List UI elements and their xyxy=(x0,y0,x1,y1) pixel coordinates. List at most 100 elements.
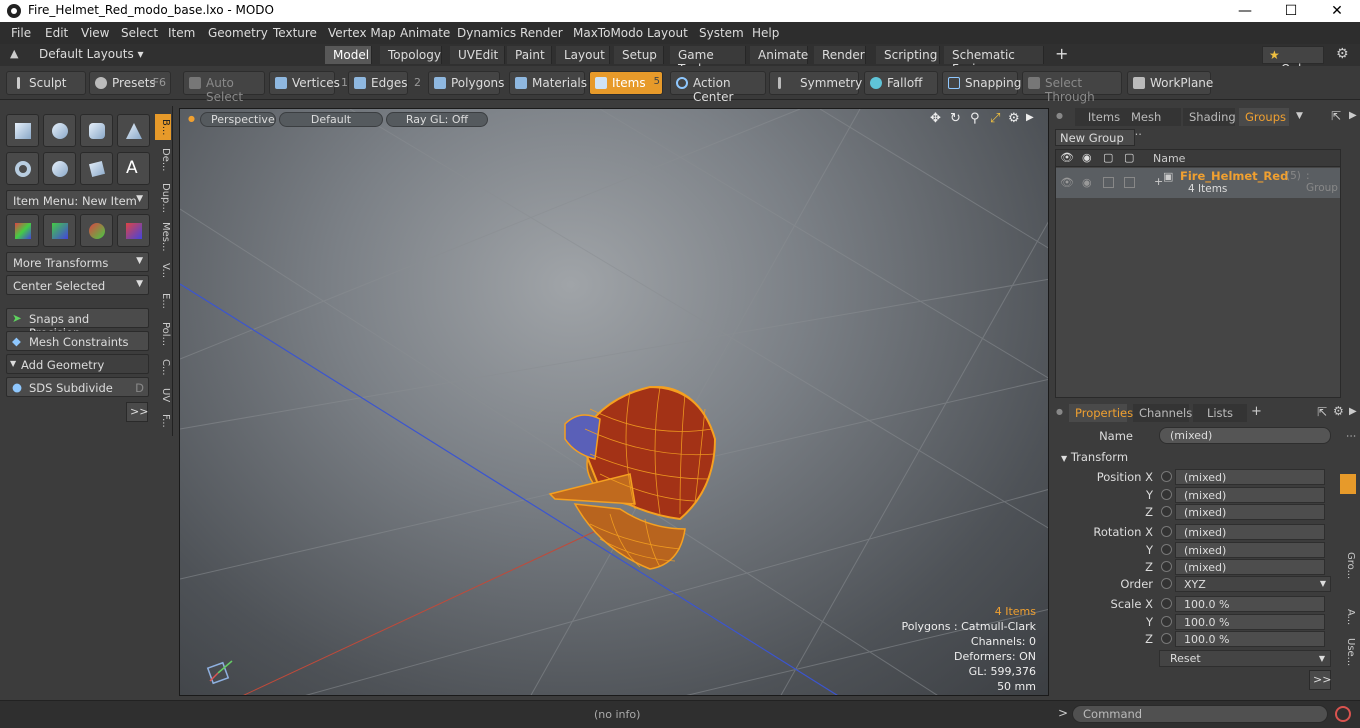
render-icon[interactable]: ◉ xyxy=(1082,151,1092,164)
menu-texture[interactable]: Texture xyxy=(273,26,317,40)
menu-edit[interactable]: Edit xyxy=(45,26,68,40)
side-tab-user[interactable]: Use... xyxy=(1340,634,1356,670)
vtab-uv[interactable]: UV xyxy=(155,384,171,406)
default-layouts-dropdown[interactable]: Default Layouts ▾ xyxy=(39,47,144,61)
tab-scripting[interactable]: Scripting xyxy=(876,46,940,64)
mesh-constraints-button[interactable]: ◆ Mesh Constraints xyxy=(6,331,149,351)
fit-icon[interactable]: ⤢ xyxy=(990,111,1000,126)
vtab-fusion[interactable]: F... xyxy=(155,410,171,432)
tab-mesh[interactable]: Mesh ... xyxy=(1125,108,1181,138)
menu-select[interactable]: Select xyxy=(121,26,158,40)
scale-y-field[interactable]: 100.0 % xyxy=(1175,614,1325,630)
viewport-expand-icon[interactable]: ▶ xyxy=(1026,112,1034,123)
expand-plus-icon[interactable]: + xyxy=(1154,175,1163,188)
vtab-duplicate[interactable]: Dup... xyxy=(155,180,171,216)
tab-schematic-fusion[interactable]: Schematic Fusion xyxy=(944,46,1044,76)
scale-tool-button[interactable] xyxy=(117,214,150,247)
order-dropdown[interactable]: XYZ ▼ xyxy=(1175,576,1331,592)
menu-vertex-map[interactable]: Vertex Map xyxy=(328,26,396,40)
tab-setup[interactable]: Setup xyxy=(614,46,664,64)
select-through-button[interactable]: Select Through xyxy=(1022,71,1122,104)
tab-animate[interactable]: Animate xyxy=(750,46,808,64)
tab-render[interactable]: Render xyxy=(814,46,866,64)
cone-button[interactable] xyxy=(117,114,150,147)
menu-render[interactable]: Render xyxy=(520,26,563,40)
fire-helmet-model[interactable] xyxy=(548,385,717,570)
tab-channels[interactable]: Channels xyxy=(1133,404,1192,422)
pop-out-icon[interactable]: ⇱ xyxy=(1317,405,1327,419)
pen-tool-button[interactable] xyxy=(80,152,113,185)
position-z-keyframe[interactable] xyxy=(1161,506,1172,517)
row-visibility-icon[interactable]: 👁 xyxy=(1060,176,1074,189)
menu-layout[interactable]: Layout xyxy=(647,26,688,40)
tab-lists[interactable]: Lists xyxy=(1193,404,1247,422)
capsule-button[interactable] xyxy=(43,152,76,185)
maximize-button[interactable]: ☐ xyxy=(1268,0,1314,22)
cylinder-button[interactable] xyxy=(80,114,113,147)
vtab-mesh[interactable]: Mes... xyxy=(155,220,171,254)
rotate-tool-button[interactable] xyxy=(80,214,113,247)
new-group-button[interactable]: New Group xyxy=(1055,129,1135,146)
tab-model[interactable]: Model xyxy=(325,46,372,64)
sculpt-button[interactable]: Sculpt xyxy=(6,71,86,95)
vtab-polygon[interactable]: Pol... xyxy=(155,318,171,350)
rotation-x-field[interactable]: (mixed) xyxy=(1175,524,1325,540)
menu-dynamics[interactable]: Dynamics xyxy=(457,26,516,40)
menu-view[interactable]: View xyxy=(81,26,109,40)
tab-game-tools[interactable]: Game Tools xyxy=(670,46,746,76)
tab-groups[interactable]: Groups xyxy=(1239,108,1289,126)
add-layout-button[interactable]: + xyxy=(1055,44,1068,63)
scale-x-field[interactable]: 100.0 % xyxy=(1175,596,1325,612)
tab-paint[interactable]: Paint xyxy=(507,46,552,64)
name-field[interactable]: (mixed) xyxy=(1159,427,1331,444)
shading-mode-button[interactable]: Default xyxy=(279,112,383,127)
tab-uvedit[interactable]: UVEdit xyxy=(450,46,505,64)
menu-animate[interactable]: Animate xyxy=(400,26,450,40)
tab-dropdown-icon[interactable]: ▼ xyxy=(1296,111,1303,121)
zoom-icon[interactable]: ⚲ xyxy=(970,111,980,126)
viewport-menu-dot-icon[interactable]: ● xyxy=(188,114,195,123)
menu-file[interactable]: File xyxy=(11,26,31,40)
expand-more-button[interactable]: >> xyxy=(126,402,148,422)
add-geometry-section[interactable]: ▼ Add Geometry xyxy=(6,354,149,374)
reset-dropdown[interactable]: Reset ▼ xyxy=(1159,650,1331,667)
items-button[interactable]: Items 5 xyxy=(589,71,663,95)
side-tab-active[interactable] xyxy=(1340,474,1356,494)
vtab-edge[interactable]: E... xyxy=(155,288,171,314)
rotation-y-field[interactable]: (mixed) xyxy=(1175,542,1325,558)
scale-z-keyframe[interactable] xyxy=(1161,633,1172,644)
tab-properties[interactable]: Properties xyxy=(1069,404,1133,422)
polygons-button[interactable]: Polygons xyxy=(428,71,504,95)
scale-x-keyframe[interactable] xyxy=(1161,598,1172,609)
orbit-icon[interactable]: ↻ xyxy=(950,111,961,126)
vtab-deform[interactable]: De... xyxy=(155,144,171,176)
rotation-y-keyframe[interactable] xyxy=(1161,544,1172,555)
menu-maxtomodo[interactable]: MaxToModo xyxy=(573,26,643,40)
position-y-field[interactable]: (mixed) xyxy=(1175,487,1325,503)
3d-viewport[interactable]: ● Perspective Default Ray GL: Off ✥ ↻ ⚲ … xyxy=(179,108,1049,696)
select-icon[interactable]: ▢ xyxy=(1124,151,1134,164)
tab-shading[interactable]: Shading xyxy=(1183,108,1236,126)
visibility-eye-icon[interactable]: 👁 xyxy=(1060,151,1074,164)
materials-button[interactable]: Materials xyxy=(509,71,587,95)
rotation-z-keyframe[interactable] xyxy=(1161,561,1172,572)
transform-tool-button[interactable] xyxy=(43,214,76,247)
falloff-button[interactable]: Falloff xyxy=(864,71,938,95)
gear-icon[interactable]: ⚙ xyxy=(1336,46,1349,62)
vtab-vertex[interactable]: V... xyxy=(155,258,171,284)
action-center-button[interactable]: Action Center xyxy=(670,71,766,104)
auto-select-button[interactable]: Auto Select xyxy=(183,71,265,104)
panel-expand-icon[interactable]: ▶ xyxy=(1349,406,1357,417)
position-z-field[interactable]: (mixed) xyxy=(1175,504,1325,520)
transform-section-header[interactable]: ▼ Transform xyxy=(1061,450,1128,464)
order-keyframe[interactable] xyxy=(1161,578,1172,589)
position-x-field[interactable]: (mixed) xyxy=(1175,469,1325,485)
properties-gear-icon[interactable]: ⚙ xyxy=(1333,404,1344,418)
add-tab-button[interactable]: + xyxy=(1251,404,1262,419)
minimize-button[interactable]: — xyxy=(1222,0,1268,22)
sphere-button[interactable] xyxy=(43,114,76,147)
viewport-gear-icon[interactable]: ⚙ xyxy=(1008,111,1020,126)
group-row-fire-helmet-red[interactable]: 👁 ◉ + ▣ Fire_Helmet_Red (5) : Group 4 It… xyxy=(1056,168,1340,198)
side-tab-dots[interactable]: ⋮ xyxy=(1340,426,1356,446)
menu-item[interactable]: Item xyxy=(168,26,195,40)
